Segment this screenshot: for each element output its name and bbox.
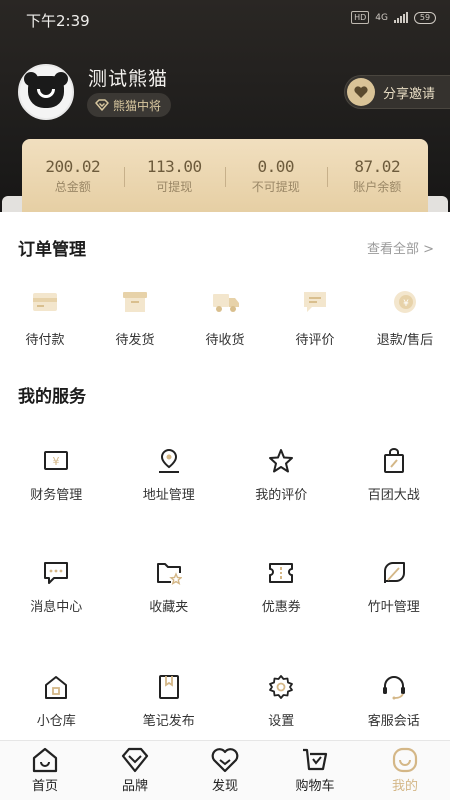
coupon-icon xyxy=(268,560,294,586)
profile-header: 下午2:39 HD 4G 59 测试熊猫 熊猫中将 分享邀请 200.02 总金… xyxy=(0,0,450,226)
wallet-withdrawable[interactable]: 113.00 可提现 xyxy=(123,157,226,195)
status-time: 下午2:39 xyxy=(26,12,90,30)
order-pending-review[interactable]: 待评价 xyxy=(270,290,360,348)
order-refund-aftersale[interactable]: ¥ 退款/售后 xyxy=(360,290,450,348)
star-icon xyxy=(268,448,294,474)
service-warehouse[interactable]: 小仓库 xyxy=(0,674,113,729)
tab-discover[interactable]: 发现 xyxy=(180,741,270,800)
notebook-icon xyxy=(156,674,182,700)
order-pending-shipment[interactable]: 待发货 xyxy=(90,290,180,348)
rank-badge: 熊猫中将 xyxy=(87,93,172,117)
wallet-total[interactable]: 200.02 总金额 xyxy=(22,157,124,195)
leaf-icon xyxy=(381,560,407,586)
status-bar: 下午2:39 HD 4G 59 xyxy=(0,0,450,38)
order-pending-receipt[interactable]: 待收货 xyxy=(180,290,270,348)
diamond-small-icon xyxy=(95,99,109,111)
card-icon xyxy=(32,290,58,314)
bottom-tab-bar: 首页 品牌 发现 购物车 我的 xyxy=(0,740,450,800)
diamond-icon xyxy=(121,747,149,773)
battery-icon: 59 xyxy=(414,11,436,24)
cart-icon xyxy=(301,747,329,773)
gear-icon xyxy=(268,674,294,700)
avatar[interactable] xyxy=(18,64,74,120)
heart-icon xyxy=(211,747,239,773)
wallet-card: 200.02 总金额 113.00 可提现 0.00 不可提现 87.02 账户… xyxy=(22,139,428,212)
service-finance[interactable]: ¥ 财务管理 xyxy=(0,448,113,503)
service-bamboo-leaf[interactable]: 竹叶管理 xyxy=(338,560,450,615)
profile-icon xyxy=(391,747,419,773)
finance-icon: ¥ xyxy=(43,448,69,474)
box-icon xyxy=(122,290,148,314)
network-label: 4G xyxy=(375,12,388,23)
refund-icon: ¥ xyxy=(392,290,418,314)
share-label: 分享邀请 xyxy=(383,86,436,102)
service-my-reviews[interactable]: 我的评价 xyxy=(225,448,338,503)
truck-icon xyxy=(212,290,239,314)
status-icons: HD 4G 59 xyxy=(351,11,436,24)
folder-star-icon xyxy=(156,560,183,586)
orders-title: 订单管理 xyxy=(18,240,86,260)
svg-text:¥: ¥ xyxy=(403,299,409,309)
services-row-2: 消息中心 收藏夹 优惠券 竹叶管理 xyxy=(0,560,450,615)
tab-home[interactable]: 首页 xyxy=(0,741,90,800)
share-invite-button[interactable]: 分享邀请 xyxy=(344,75,450,109)
service-settings[interactable]: 设置 xyxy=(225,674,338,729)
warehouse-icon xyxy=(43,674,69,700)
location-icon xyxy=(156,448,182,474)
headset-icon xyxy=(381,674,407,700)
service-group-battle[interactable]: 百团大战 xyxy=(338,448,450,503)
bag-icon xyxy=(381,448,407,474)
services-row-1: ¥ 财务管理 地址管理 我的评价 百团大战 xyxy=(0,448,450,503)
svg-text:¥: ¥ xyxy=(53,455,60,468)
main-content: 订单管理 查看全部 > 待付款 待发货 待收货 待评价 ¥ 退款/售后 我的服务… xyxy=(0,212,450,740)
order-pending-payment[interactable]: 待付款 xyxy=(0,290,90,348)
signal-icon xyxy=(394,12,408,23)
heart-share-icon xyxy=(347,78,375,106)
service-note-publish[interactable]: 笔记发布 xyxy=(113,674,226,729)
rank-label: 熊猫中将 xyxy=(113,98,162,113)
hd-indicator: HD xyxy=(351,11,370,24)
service-customer-support[interactable]: 客服会话 xyxy=(338,674,450,729)
comment-icon xyxy=(302,290,328,314)
tab-brand[interactable]: 品牌 xyxy=(90,741,180,800)
order-status-row: 待付款 待发货 待收货 待评价 ¥ 退款/售后 xyxy=(0,290,450,348)
username: 测试熊猫 xyxy=(88,68,169,90)
tab-mine[interactable]: 我的 xyxy=(360,741,450,800)
service-favorites[interactable]: 收藏夹 xyxy=(113,560,226,615)
service-coupons[interactable]: 优惠券 xyxy=(225,560,338,615)
service-messages[interactable]: 消息中心 xyxy=(0,560,113,615)
tab-cart[interactable]: 购物车 xyxy=(270,741,360,800)
services-title: 我的服务 xyxy=(18,387,86,407)
message-icon xyxy=(43,560,69,586)
service-address[interactable]: 地址管理 xyxy=(113,448,226,503)
view-all-orders-link[interactable]: 查看全部 > xyxy=(367,238,434,257)
wallet-non-withdrawable[interactable]: 0.00 不可提现 xyxy=(225,157,327,195)
home-icon xyxy=(31,747,59,773)
wallet-balance[interactable]: 87.02 账户余额 xyxy=(326,157,429,195)
services-row-3: 小仓库 笔记发布 设置 客服会话 xyxy=(0,674,450,729)
